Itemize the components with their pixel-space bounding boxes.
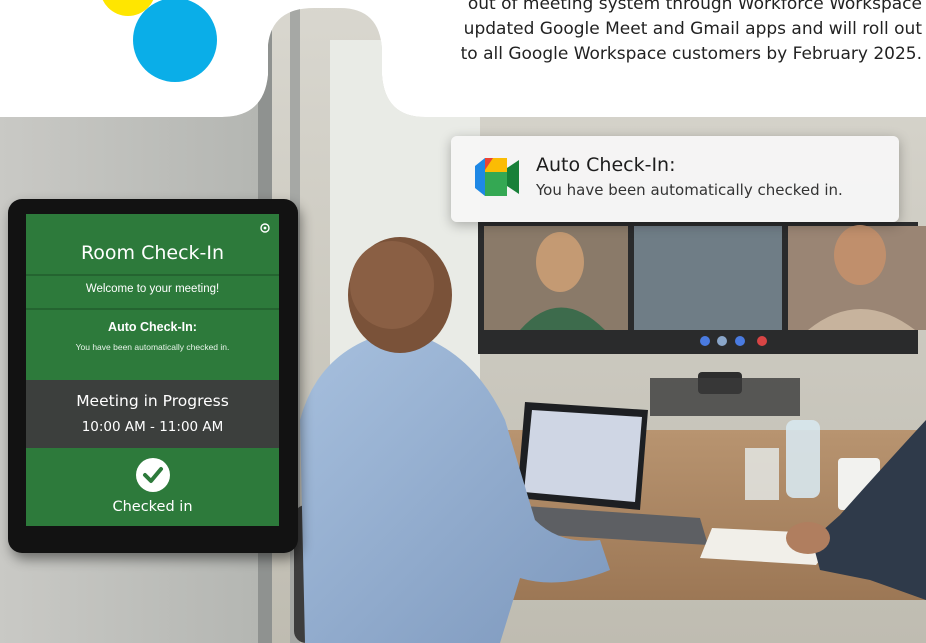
meeting-time: 10:00 AM - 11:00 AM [81,419,224,435]
auto-checkin-message: You have been automatically checked in. [75,342,230,352]
auto-checkin-notification: Auto Check-In: You have been automatical… [451,136,899,222]
settings-icon[interactable] [259,222,271,234]
tablet-screen: Room Check-In Welcome to your meeting! A… [26,214,279,526]
auto-checkin-title: Auto Check-In: [108,320,197,334]
room-checkin-title: Room Check-In [80,242,225,264]
room-checkin-tablet: Room Check-In Welcome to your meeting! A… [8,199,298,553]
google-meet-icon [475,158,519,196]
meeting-status-panel: Meeting in Progress 10:00 AM - 11:00 AM [26,380,279,448]
welcome-message: Welcome to your meeting! [85,283,220,295]
checked-in-label: Checked in [112,499,193,515]
notification-title: Auto Check-In: [536,154,676,176]
meeting-status: Meeting in Progress [76,392,229,410]
checkmark-icon [136,458,170,492]
notification-body: You have been automatically checked in. [536,181,843,199]
